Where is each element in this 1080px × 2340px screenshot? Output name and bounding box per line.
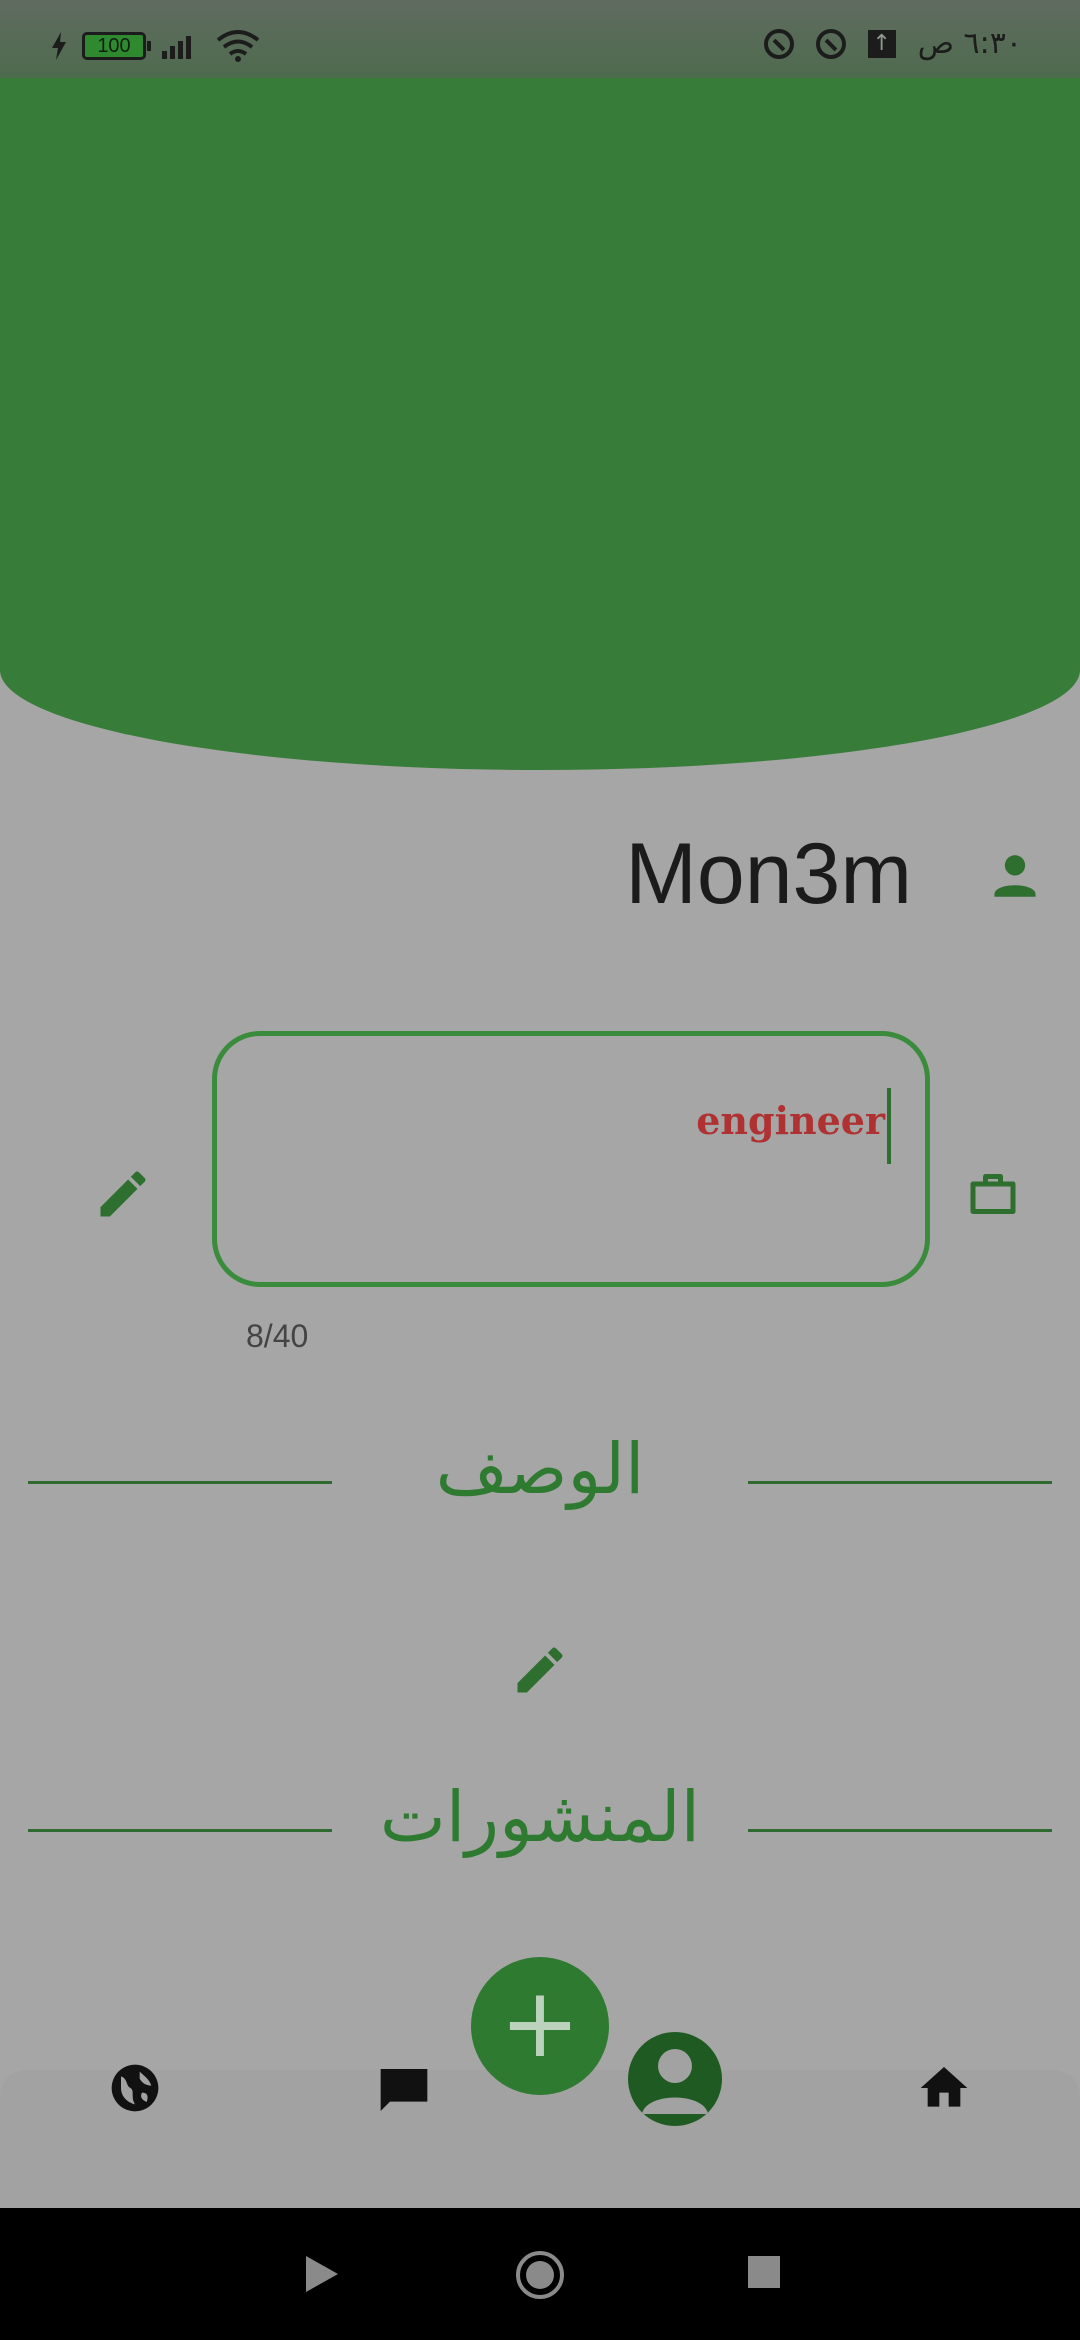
- status-time: ٦:٣٠ ص: [917, 26, 1022, 61]
- edit-description-icon[interactable]: [510, 1640, 570, 1700]
- character-counter: 8/40: [246, 1318, 309, 1354]
- back-icon[interactable]: [302, 2252, 342, 2296]
- globe-icon[interactable]: [107, 2060, 163, 2116]
- recents-icon[interactable]: [746, 2254, 782, 2290]
- profile-nav-avatar[interactable]: [628, 2032, 722, 2126]
- username: Mon3m: [625, 826, 912, 922]
- status-bar: 100 ↑ ٦:٣٠ ص: [0, 0, 1080, 78]
- add-post-button[interactable]: +: [471, 1957, 609, 2095]
- text-caret: [887, 1088, 891, 1164]
- job-input-value: engineer: [696, 1098, 885, 1143]
- signal-icon: [162, 36, 191, 59]
- person-icon: [994, 855, 1036, 897]
- wifi-icon: [216, 30, 260, 62]
- edit-job-icon[interactable]: [93, 1164, 153, 1224]
- notification-icon: [815, 28, 846, 59]
- briefcase-icon: [970, 1174, 1016, 1214]
- system-navigation-bar: [0, 2208, 1080, 2340]
- status-left: 100: [50, 30, 260, 62]
- chat-icon[interactable]: [376, 2062, 432, 2118]
- home-button-icon[interactable]: [515, 2250, 565, 2300]
- description-title: الوصف: [435, 1428, 645, 1510]
- profile-header-banner: [0, 78, 1080, 770]
- upload-icon: ↑: [867, 29, 896, 58]
- profile-icon: [642, 2049, 708, 2114]
- battery-indicator: 100: [82, 32, 151, 60]
- job-input[interactable]: engineer: [212, 1031, 930, 1287]
- posts-title: المنشورات: [379, 1776, 701, 1858]
- home-icon[interactable]: [916, 2060, 972, 2116]
- charging-icon: [52, 32, 66, 60]
- notification-icon: [763, 28, 794, 59]
- status-right: ↑ ٦:٣٠ ص: [763, 26, 1022, 61]
